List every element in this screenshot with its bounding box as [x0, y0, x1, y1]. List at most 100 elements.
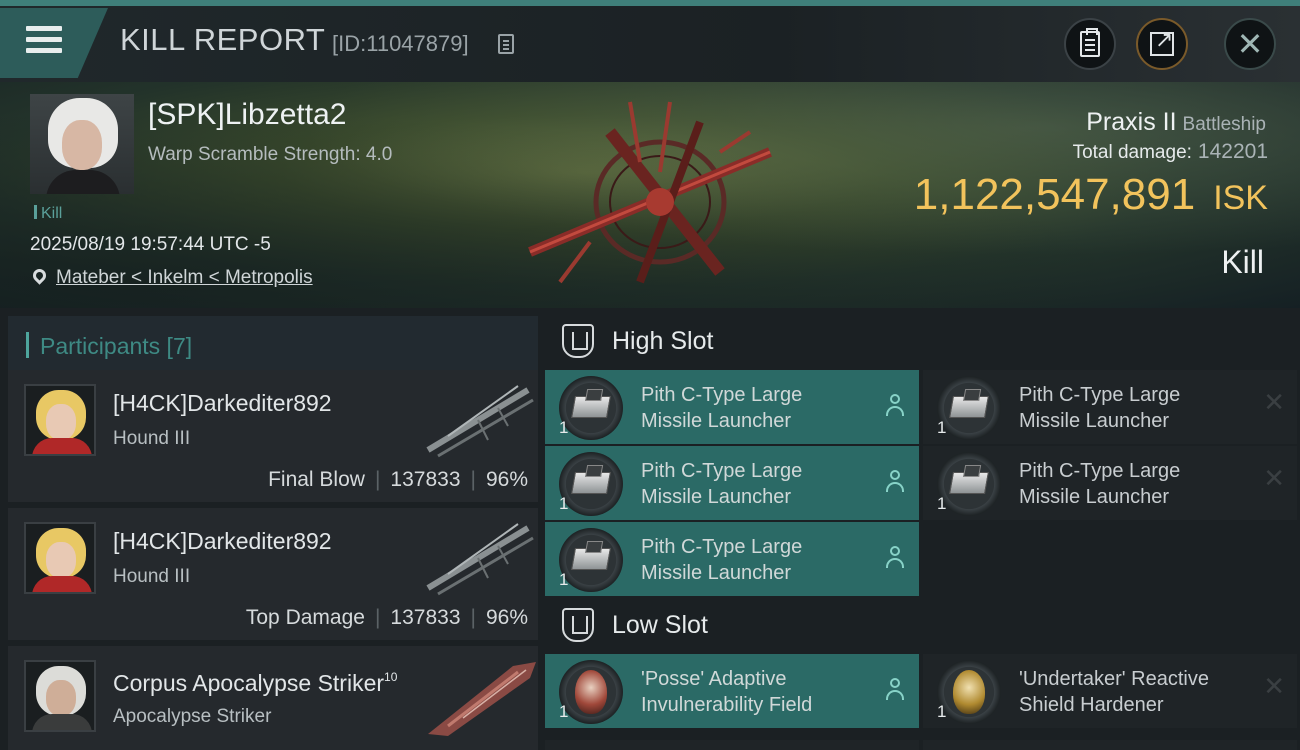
victim-avatar[interactable] [30, 94, 134, 194]
participants-title: Participants [7] [40, 333, 193, 359]
module-quantity: 1 [559, 702, 569, 721]
high-slot-module[interactable]: 1 Pith C-Type Large Missile Launcher [545, 370, 919, 444]
destroyed-x-icon: ✕ [1263, 464, 1285, 494]
location-text: Mateber < Inkelm < Metropolis [56, 267, 313, 288]
participant-ship: Apocalypse Striker [113, 706, 272, 727]
total-damage-label: Total damage: [1072, 142, 1192, 163]
dropped-person-icon [885, 470, 905, 494]
participant-percent: 96% [485, 606, 528, 629]
isk-amount: 1,122,547,891 [913, 170, 1196, 219]
low-slot-header: Low Slot [540, 594, 1300, 654]
dropped-person-icon [885, 678, 905, 702]
low-slot-shield-icon [562, 608, 594, 642]
module-name: Pith C-Type Large Missile Launcher [1019, 384, 1181, 432]
ship-render-image [528, 101, 772, 284]
high-slot-shield-icon [562, 324, 594, 358]
participant-percent: 96% [485, 468, 528, 491]
participant-avatar [24, 384, 96, 456]
high-slot-label: High Slot [612, 327, 714, 355]
module-name: 'Posse' Adaptive Invulnerability Field [641, 668, 813, 716]
high-slot-module[interactable]: 1 Pith C-Type Large Missile Launcher ✕ [923, 446, 1297, 520]
kill-summary-panel: [SPK]Libzetta2 Warp Scramble Strength: 4… [0, 82, 1300, 308]
participant-damage: 137833 [390, 606, 461, 629]
participant-row[interactable]: [H4CK]Darkediter892 Hound III Top Damage… [8, 508, 538, 640]
kill-tag: Kill [34, 205, 62, 223]
participant-ship: Hound III [113, 566, 191, 587]
participant-role: Top Damage [245, 606, 365, 629]
low-slot-module-partial[interactable] [545, 740, 919, 750]
participants-header: Participants [7] [8, 316, 538, 372]
high-slot-module[interactable]: 1 Pith C-Type Large Missile Launcher ✕ [923, 370, 1297, 444]
module-quantity: 1 [937, 702, 947, 721]
high-slot-module[interactable]: 1 Pith C-Type Large Missile Launcher [545, 522, 919, 596]
participant-stats: Final Blow | 137833 | 96% [268, 468, 528, 491]
participant-role: Final Blow [268, 468, 365, 491]
participant-damage: 137833 [390, 468, 461, 491]
destroyed-x-icon: ✕ [1263, 388, 1285, 418]
victim-name[interactable]: [SPK]Libzetta2 [148, 98, 346, 132]
report-id: [ID:11047879] [332, 31, 469, 56]
close-button[interactable]: ✕ [1224, 18, 1276, 70]
low-slot-label: Low Slot [612, 611, 708, 639]
missile-launcher-icon [559, 376, 623, 440]
dropped-person-icon [885, 394, 905, 418]
clipboard-button[interactable] [1064, 18, 1116, 70]
isk-value: 1,122,547,891 ISK [914, 170, 1268, 220]
shield-hardener-icon [937, 660, 1001, 724]
module-name: Pith C-Type Large Missile Launcher [641, 536, 803, 584]
warp-scramble-strength: Warp Scramble Strength: 4.0 [148, 144, 393, 165]
kill-result: Kill [1221, 244, 1264, 280]
ship-name[interactable]: Praxis II Battleship [1086, 108, 1266, 137]
participant-name: [H4CK]Darkediter892 [113, 390, 332, 416]
fitting-panel: High Slot 1 Pith C-Type Large Missile Lau… [540, 308, 1300, 750]
hamburger-icon [26, 26, 62, 59]
participant-level: 10 [384, 670, 398, 684]
module-quantity: 1 [937, 418, 947, 437]
participant-avatar [24, 522, 96, 594]
ship-class: Battleship [1182, 114, 1266, 135]
total-damage: Total damage: 142201 [1073, 140, 1268, 164]
kill-datetime: 2025/08/19 19:57:44 UTC -5 [30, 234, 271, 255]
participant-row[interactable]: Corpus Apocalypse Striker10 Apocalypse S… [8, 646, 538, 750]
module-name: Pith C-Type Large Missile Launcher [1019, 460, 1181, 508]
participant-ship-image [426, 523, 534, 596]
location-pin-icon [30, 266, 49, 285]
module-quantity: 1 [559, 570, 569, 589]
missile-launcher-icon [937, 376, 1001, 440]
invulnerability-field-icon [559, 660, 623, 724]
total-damage-value: 142201 [1197, 140, 1268, 163]
copy-icon[interactable] [498, 34, 514, 54]
module-name: 'Undertaker' Reactive Shield Hardener [1019, 668, 1209, 716]
destroyed-x-icon: ✕ [1263, 672, 1285, 702]
close-icon: ✕ [1236, 25, 1264, 63]
missile-launcher-icon [559, 452, 623, 516]
participant-name: [H4CK]Darkediter892 [113, 528, 332, 554]
share-icon [1150, 28, 1174, 56]
module-quantity: 1 [559, 494, 569, 513]
isk-unit: ISK [1213, 179, 1268, 217]
low-slot-module-partial[interactable] [923, 740, 1297, 750]
participant-name-text: Corpus Apocalypse Striker [113, 670, 385, 696]
participant-ship-image [428, 662, 536, 736]
participant-ship-image [426, 385, 534, 458]
share-button[interactable] [1136, 18, 1188, 70]
high-slot-module[interactable]: 1 Pith C-Type Large Missile Launcher [545, 446, 919, 520]
clipboard-icon [1080, 28, 1100, 57]
low-slot-module[interactable]: 1 'Posse' Adaptive Invulnerability Field [545, 654, 919, 728]
participants-panel: Participants [7] [H4CK]Darkediter892 Hou… [0, 308, 540, 750]
ship-type: Praxis II [1086, 108, 1177, 136]
participant-ship: Hound III [113, 428, 191, 449]
missile-launcher-icon [937, 452, 1001, 516]
module-quantity: 1 [559, 418, 569, 437]
high-slot-header: High Slot [540, 310, 1300, 370]
participant-avatar [24, 660, 96, 732]
participant-name: Corpus Apocalypse Striker10 [113, 670, 397, 697]
location-link[interactable]: Mateber < Inkelm < Metropolis [30, 266, 313, 289]
low-slot-module[interactable]: 1 'Undertaker' Reactive Shield Hardener ✕ [923, 654, 1297, 728]
module-name: Pith C-Type Large Missile Launcher [641, 460, 803, 508]
participant-row[interactable]: [H4CK]Darkediter892 Hound III Final Blow… [8, 370, 538, 502]
module-name: Pith C-Type Large Missile Launcher [641, 384, 803, 432]
dropped-person-icon [885, 546, 905, 570]
page-title: KILL REPORT [120, 22, 326, 57]
missile-launcher-icon [559, 528, 623, 592]
